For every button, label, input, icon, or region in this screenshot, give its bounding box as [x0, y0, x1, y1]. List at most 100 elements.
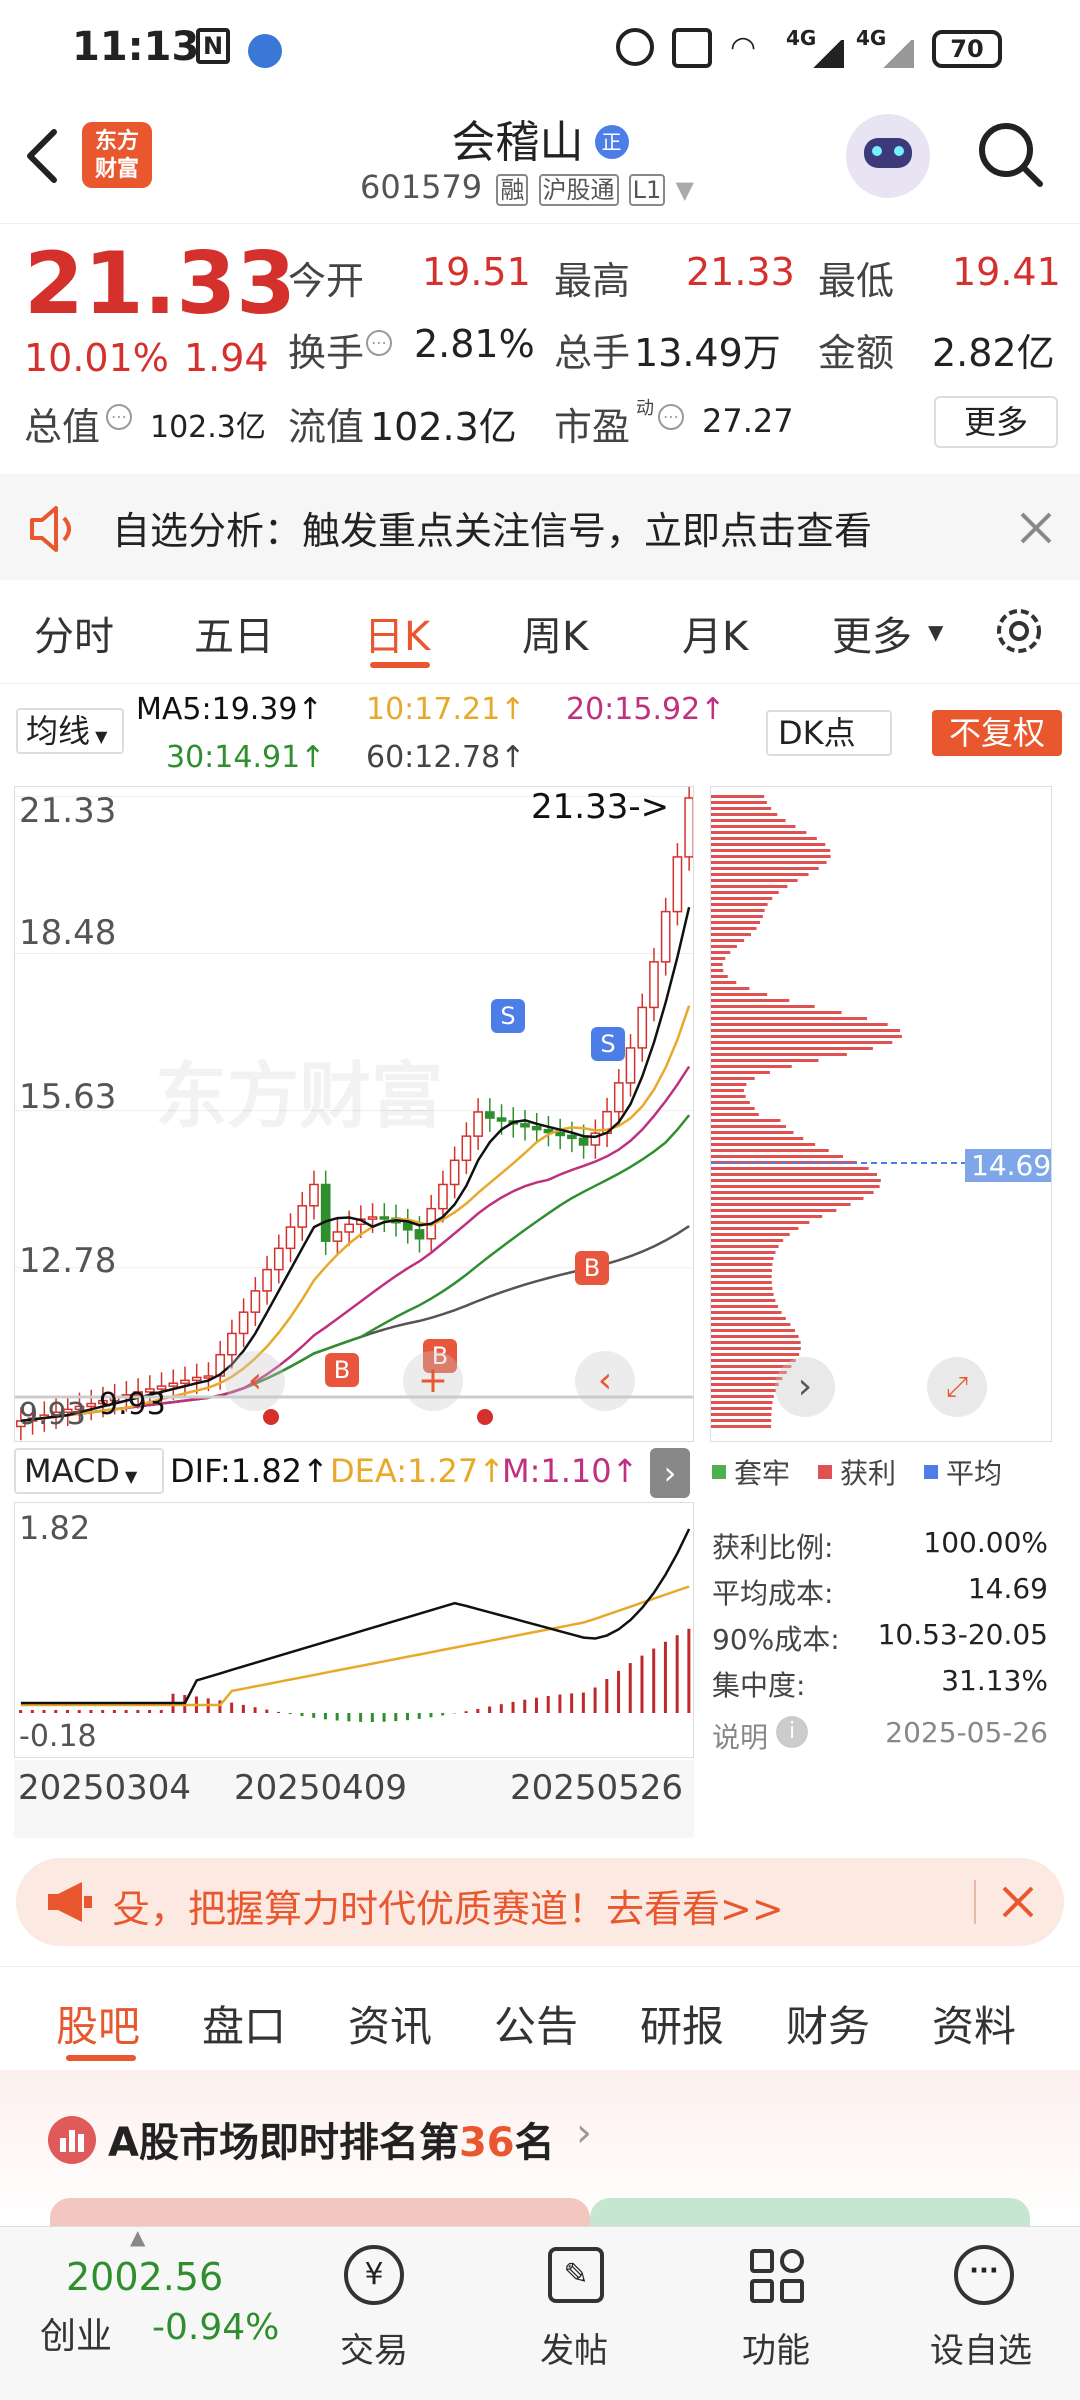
dk-point-button[interactable]: DK点	[766, 710, 892, 756]
caret-down-icon: ▼	[119, 1467, 138, 1486]
nav-post-label: 发帖	[540, 2331, 608, 2371]
nav-trade[interactable]: ¥ 交易	[300, 2227, 450, 2400]
buy-signal-marker[interactable]: B	[325, 1353, 359, 1387]
adjust-button[interactable]: 不复权	[932, 710, 1062, 756]
candle-body	[332, 1231, 343, 1242]
more-button[interactable]: 更多	[934, 396, 1058, 448]
nav-post[interactable]: ✎ 发帖	[500, 2227, 650, 2400]
nav-add-watchlist[interactable]: ··· 设自选	[910, 2227, 1060, 2400]
buy-signal-marker[interactable]: B	[575, 1251, 609, 1285]
robot-assistant-avatar[interactable]	[846, 114, 930, 198]
stock-code-row[interactable]: 601579 融 沪股通 L1 ▼	[360, 168, 694, 206]
chip-bar	[711, 1215, 823, 1218]
tab-fenshi[interactable]: 分时	[34, 604, 114, 662]
close-icon[interactable]	[998, 1882, 1038, 1922]
tab-zhouk[interactable]: 周K	[522, 604, 588, 662]
tab-ziliao[interactable]: 资料	[932, 1993, 1016, 2054]
tab-pankou[interactable]: 盘口	[202, 1993, 286, 2054]
grid-icon	[750, 2249, 774, 2273]
macd-histogram-bar	[652, 1648, 656, 1713]
crosshair-button[interactable]: +	[403, 1351, 463, 1411]
macd-histogram-bar	[265, 1709, 269, 1713]
macd-chart[interactable]: 1.82 -0.18	[14, 1502, 694, 1758]
nav-functions[interactable]: 功能	[702, 2227, 852, 2400]
chip-bar	[711, 1089, 744, 1092]
tab-wuri[interactable]: 五日	[194, 604, 274, 662]
tag-level: L1	[628, 174, 666, 206]
info-icon[interactable]: ⋯	[106, 404, 132, 430]
note-label[interactable]: 说明	[712, 1716, 768, 1756]
ma-indicator-bar: 均线 ▼ MA5:19.39↑ 10:17.21↑ 20:15.92↑ 30:1…	[0, 686, 1080, 786]
stat-label-profit-ratio: 获利比例:	[712, 1531, 834, 1564]
ranking-card[interactable]: A股市场即时排名第36名 ›	[0, 2070, 1080, 2238]
tab-more[interactable]: 更多	[832, 604, 912, 662]
macd-histogram-bar	[77, 1710, 81, 1713]
legend-average: 平均	[946, 1457, 1003, 1490]
chip-bar	[711, 1239, 784, 1242]
macd-m: M:1.10↑	[502, 1452, 639, 1490]
chip-bar	[711, 1401, 773, 1404]
gear-icon[interactable]	[990, 602, 1048, 660]
sell-signal-marker[interactable]: S	[491, 999, 525, 1033]
info-icon[interactable]: ⋯	[366, 330, 392, 356]
tab-rik[interactable]: 日K	[364, 604, 430, 662]
chip-bar	[711, 963, 723, 966]
chip-bar	[711, 1335, 799, 1338]
nav-add-watchlist-label: 设自选	[930, 2331, 1032, 2371]
tab-active-indicator	[370, 662, 430, 668]
ma-selector[interactable]: 均线 ▼	[16, 708, 124, 754]
chip-distribution-chart[interactable]: 14.69 › ⤢	[710, 786, 1052, 1442]
chip-bar	[711, 1053, 847, 1056]
tab-gonggao[interactable]: 公告	[494, 1993, 578, 2054]
chip-bar	[711, 987, 750, 990]
index-ticker[interactable]: ▲ 2002.56 创业 -0.94%	[0, 2225, 279, 2400]
tab-yanbao[interactable]: 研报	[640, 1993, 724, 2054]
kline-chart[interactable]: 东方财富 21.33 18.48 15.63 12.78 9.93 21.33-…	[14, 786, 694, 1442]
dif-line	[20, 1528, 691, 1705]
x-tick-mid: 20250409	[234, 1768, 408, 1808]
chevron-right-icon[interactable]: ›	[775, 1357, 835, 1417]
tab-guba[interactable]: 股吧	[56, 1993, 140, 2054]
chevron-right-icon[interactable]: ›	[650, 1448, 690, 1498]
chip-bar	[711, 975, 728, 978]
candle-body	[285, 1226, 296, 1250]
macd-histogram-bar	[253, 1707, 257, 1713]
tab-yuek[interactable]: 月K	[682, 604, 748, 662]
open-value: 19.51	[422, 250, 531, 294]
chip-bar	[711, 957, 726, 960]
caret-down-icon: ▼	[928, 620, 944, 644]
search-icon[interactable]	[976, 120, 1046, 190]
chevron-left-icon[interactable]: ‹	[575, 1351, 635, 1411]
last-price-label: 21.33->	[531, 787, 670, 827]
chip-bar	[711, 1221, 810, 1224]
pe-value: 27.27	[702, 402, 794, 440]
info-icon[interactable]: i	[776, 1716, 808, 1748]
tab-zixun[interactable]: 资讯	[348, 1993, 432, 2054]
candle-body	[567, 1134, 577, 1140]
stat-value-avg-cost: 14.69	[967, 1572, 1048, 1605]
sell-signal-marker[interactable]: S	[591, 1027, 625, 1061]
macd-histogram-bar	[148, 1710, 152, 1713]
macd-histogram-bar	[406, 1713, 409, 1721]
chip-bar	[711, 1347, 801, 1350]
macd-histogram-bar	[136, 1710, 140, 1713]
y-tick-top: 21.33	[19, 791, 117, 831]
tab-caiwu[interactable]: 财务	[786, 1993, 870, 2054]
low-label: 最低	[818, 259, 895, 303]
macd-selector[interactable]: MACD ▼	[14, 1448, 164, 1494]
macd-histogram-bar	[54, 1710, 58, 1713]
chip-bar	[711, 999, 790, 1002]
chip-bar	[711, 903, 768, 906]
alert-bar[interactable]: 自选分析：触发重点关注信号，立即点击查看	[0, 474, 1080, 580]
alert-text: 自选分析：触发重点关注信号，立即点击查看	[112, 509, 873, 553]
promo-banner[interactable]: 殳，把握算力时代优质赛道！去看看>>	[16, 1858, 1064, 1946]
pe-label: 市盈	[554, 405, 631, 449]
candle-body	[168, 1382, 179, 1387]
close-icon[interactable]	[1016, 508, 1056, 548]
chevron-left-icon[interactable]: ‹	[225, 1351, 285, 1411]
chip-bar	[711, 945, 737, 948]
macd-histogram-bar	[230, 1702, 234, 1713]
expand-icon[interactable]: ⤢	[927, 1357, 987, 1417]
chip-bar	[711, 921, 761, 924]
info-icon[interactable]: ⋯	[658, 404, 684, 430]
